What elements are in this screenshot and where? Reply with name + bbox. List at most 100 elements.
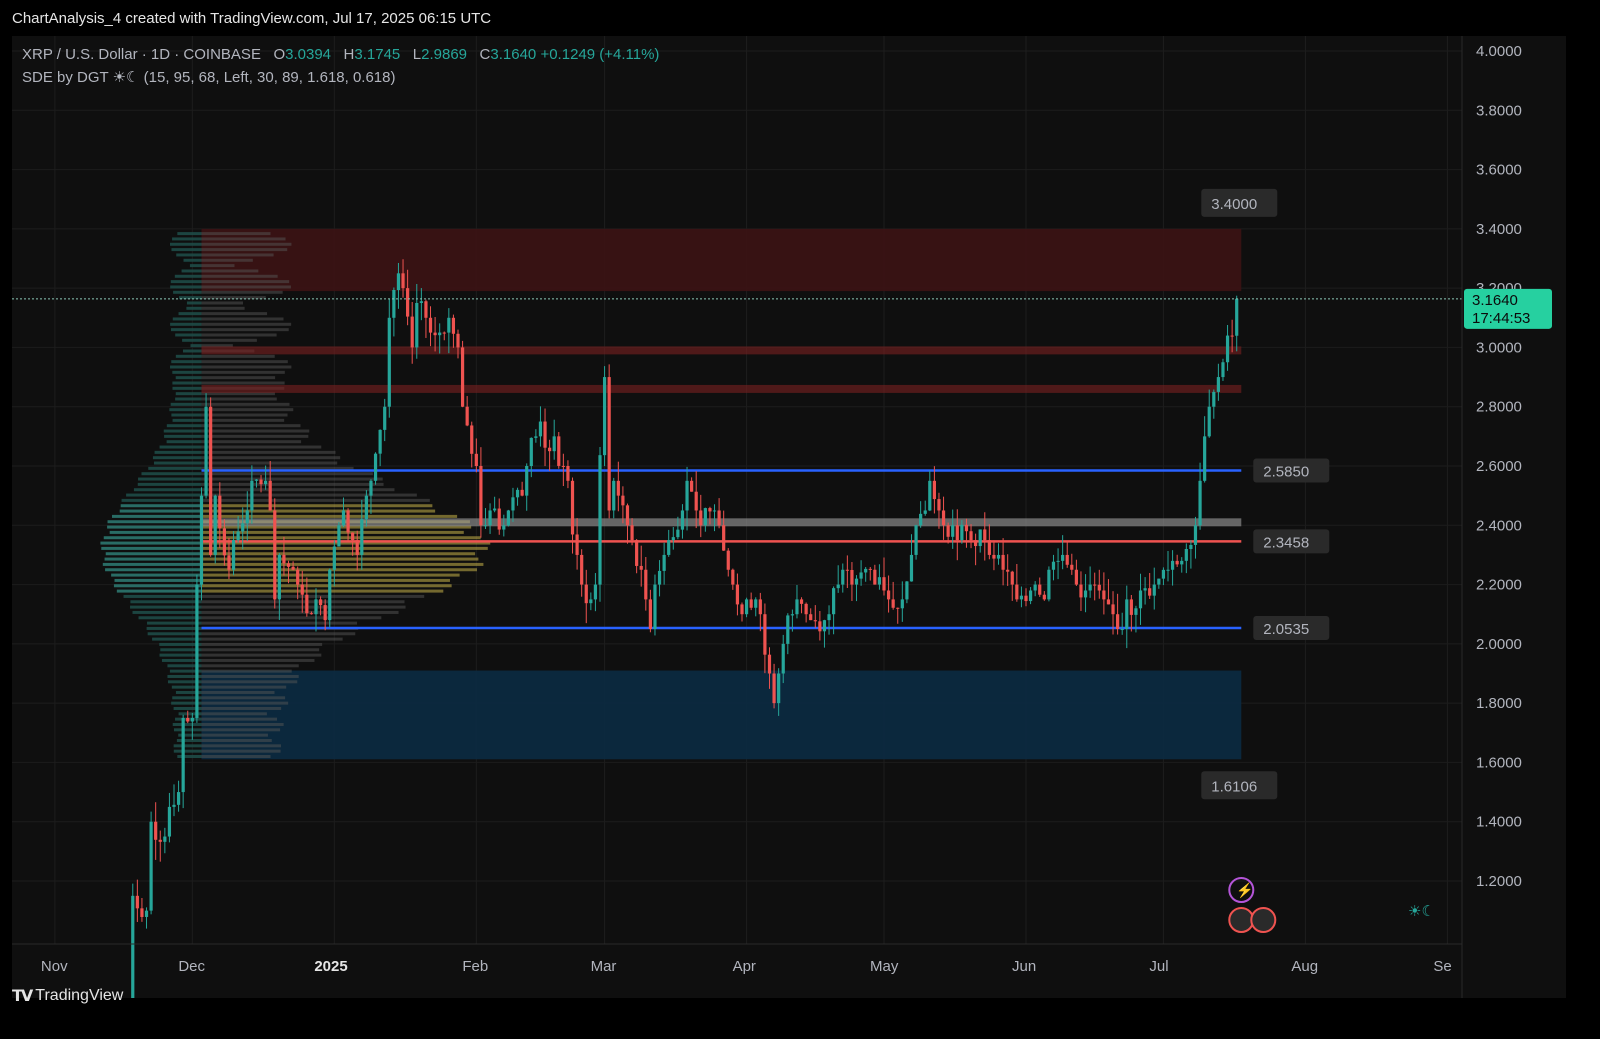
candle-body[interactable] (1230, 335, 1234, 337)
candle-body[interactable] (1061, 554, 1065, 561)
candle-body[interactable] (282, 554, 286, 564)
candle-body[interactable] (172, 804, 176, 807)
candle-body[interactable] (286, 563, 291, 567)
candle-body[interactable] (1006, 569, 1010, 572)
candle-body[interactable] (593, 584, 598, 600)
candle-body[interactable] (488, 510, 492, 526)
candle-body[interactable] (882, 577, 886, 591)
candle-body[interactable] (946, 525, 950, 537)
candle-body[interactable] (1212, 391, 1216, 407)
candle-body[interactable] (763, 614, 767, 655)
candle-body[interactable] (1157, 578, 1161, 585)
candle-body[interactable] (1116, 614, 1120, 630)
candle-body[interactable] (740, 604, 744, 615)
candle-body[interactable] (827, 614, 831, 621)
candle-body[interactable] (891, 599, 895, 608)
candle-body[interactable] (296, 569, 300, 585)
candle-body[interactable] (1152, 584, 1156, 596)
candle-body[interactable] (804, 603, 808, 615)
candle-body[interactable] (772, 673, 776, 704)
candle-body[interactable] (1019, 595, 1024, 600)
candle-body[interactable] (1015, 584, 1019, 600)
candle-body[interactable] (708, 508, 712, 512)
symbol-title[interactable]: XRP / U.S. Dollar · 1D · COINBASE (22, 46, 261, 63)
candle-body[interactable] (635, 540, 639, 566)
candle-body[interactable] (1079, 584, 1083, 598)
us-flag-icon[interactable] (1250, 907, 1277, 933)
candle-body[interactable] (974, 540, 978, 547)
candle-body[interactable] (996, 554, 1001, 559)
candle-body-last[interactable] (1235, 298, 1239, 336)
candle-body[interactable] (951, 525, 955, 537)
candle-body[interactable] (662, 554, 666, 571)
candle-body[interactable] (767, 654, 772, 674)
candle-body[interactable] (190, 717, 194, 722)
candle-body[interactable] (900, 599, 904, 609)
candle-body[interactable] (474, 453, 478, 466)
candle-body[interactable] (369, 480, 373, 496)
candle-body[interactable] (332, 546, 336, 570)
candle-body[interactable] (254, 479, 259, 481)
candle-body[interactable] (360, 519, 364, 555)
candle-body[interactable] (314, 599, 318, 615)
candle-body[interactable] (822, 620, 827, 632)
candle-body[interactable] (859, 572, 863, 579)
candle-body[interactable] (639, 565, 643, 570)
candle-body[interactable] (1065, 554, 1069, 565)
candle-body[interactable] (396, 273, 401, 291)
candle-body[interactable] (987, 540, 991, 555)
candle-body[interactable] (1216, 377, 1220, 392)
us-flag-icon[interactable] (1228, 907, 1255, 933)
candle-body[interactable] (722, 525, 726, 551)
candle-body[interactable] (154, 821, 158, 840)
candle-body[interactable] (1120, 629, 1124, 631)
candle-body[interactable] (731, 569, 735, 585)
candle-body[interactable] (144, 910, 149, 917)
candle-body[interactable] (355, 540, 359, 555)
candle-body[interactable] (204, 406, 208, 496)
candle-body[interactable] (1193, 525, 1198, 545)
candle-body[interactable] (754, 599, 758, 608)
candle-body[interactable] (1148, 588, 1152, 596)
candle-body[interactable] (1047, 569, 1051, 600)
candle-body[interactable] (909, 554, 914, 582)
candle-body[interactable] (919, 513, 923, 526)
candle-body[interactable] (479, 466, 483, 526)
candle-body[interactable] (447, 317, 451, 333)
candle-body[interactable] (854, 578, 859, 585)
candle-body[interactable] (1189, 544, 1193, 549)
candle-body[interactable] (1166, 569, 1170, 571)
candle-body[interactable] (923, 510, 927, 514)
candle-body[interactable] (657, 570, 662, 585)
candle-body[interactable] (832, 588, 836, 615)
candle-body[interactable] (598, 455, 602, 585)
candle-body[interactable] (607, 377, 611, 511)
candle-body[interactable] (341, 510, 346, 526)
candle-body[interactable] (383, 406, 387, 430)
tradingview-logo[interactable]: 𝗧𝗩 TradingView (12, 986, 123, 1006)
candle-body[interactable] (1051, 561, 1056, 570)
candle-body[interactable] (786, 615, 790, 644)
candle-body[interactable] (914, 525, 918, 555)
candle-body[interactable] (1134, 608, 1138, 615)
candle-body[interactable] (415, 302, 419, 348)
candle-body[interactable] (836, 584, 840, 589)
candle-body[interactable] (602, 377, 607, 456)
candle-body[interactable] (186, 717, 190, 722)
candle-body[interactable] (520, 489, 524, 496)
candle-body[interactable] (905, 581, 909, 600)
candle-body[interactable] (236, 531, 240, 541)
candle-body[interactable] (625, 505, 630, 526)
candle-body[interactable] (932, 480, 936, 500)
candle-body[interactable] (222, 528, 226, 556)
candle-body[interactable] (1001, 554, 1005, 570)
candle-body[interactable] (227, 555, 231, 570)
candle-body[interactable] (1102, 590, 1106, 600)
candle-body[interactable] (850, 570, 854, 585)
candle-body[interactable] (580, 554, 584, 585)
candle-body[interactable] (960, 524, 964, 541)
candle-body[interactable] (548, 447, 552, 452)
candle-body[interactable] (534, 436, 538, 438)
candle-body[interactable] (557, 436, 561, 466)
candle-body[interactable] (552, 436, 556, 452)
